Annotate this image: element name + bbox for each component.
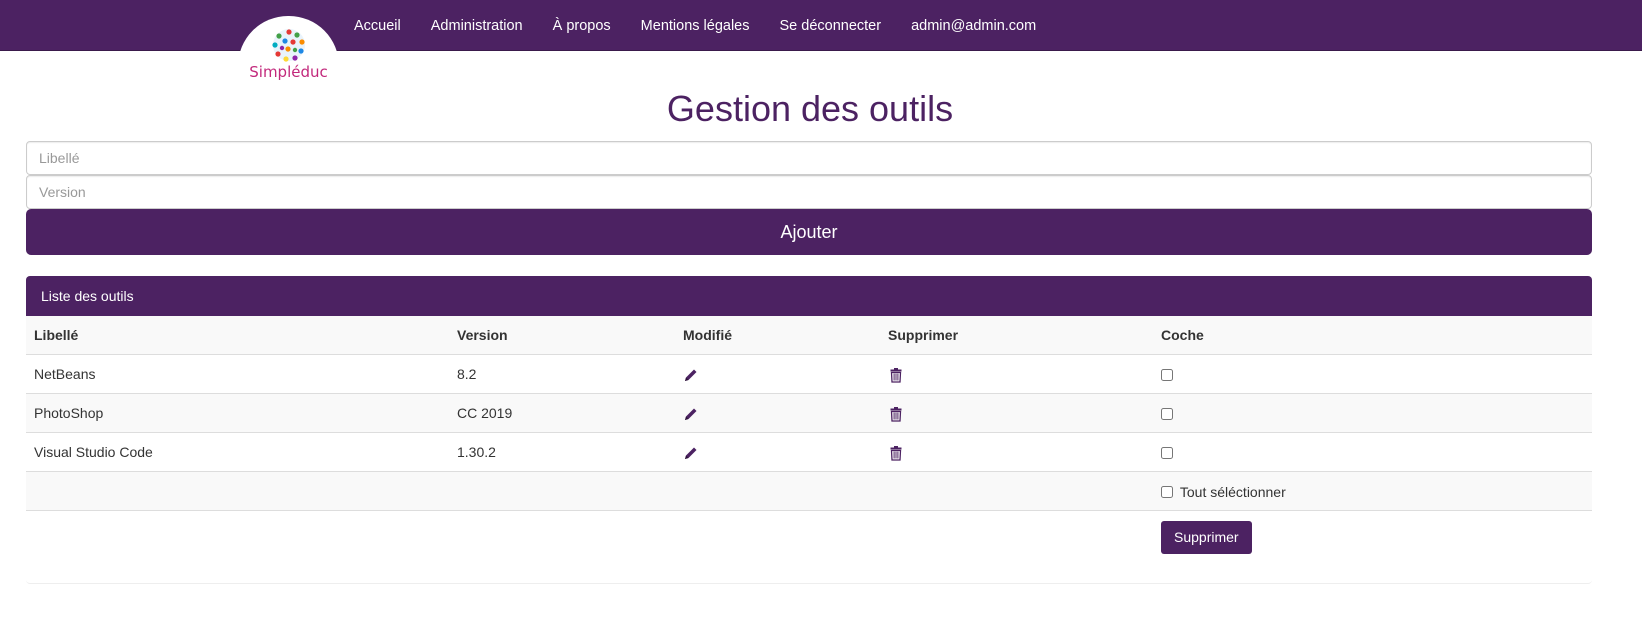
- table-header-row: Libellé Version Modifié Supprimer Coche: [26, 316, 1592, 355]
- column-header-version: Version: [449, 316, 675, 355]
- panel-heading: Liste des outils: [26, 276, 1592, 316]
- cell-delete-button: Supprimer: [1153, 510, 1592, 563]
- trash-icon[interactable]: [888, 406, 904, 422]
- cell-edit: [675, 354, 880, 394]
- trash-icon[interactable]: [888, 367, 904, 383]
- people-globe-icon: [272, 29, 305, 62]
- cell-libelle: NetBeans: [26, 354, 449, 394]
- cell-coche: [1153, 432, 1592, 472]
- cell-libelle: Visual Studio Code: [26, 432, 449, 472]
- table-row: Visual Studio Code 1.30.2: [26, 432, 1592, 472]
- page-title: Gestion des outils: [666, 88, 954, 129]
- column-header-coche: Coche: [1153, 316, 1592, 355]
- nav-item-a-propos[interactable]: À propos: [553, 18, 611, 34]
- nav-item-administration[interactable]: Administration: [431, 18, 523, 34]
- table-row: NetBeans 8.2: [26, 354, 1592, 394]
- cell-version: 1.30.2: [449, 432, 675, 472]
- libelle-input[interactable]: [26, 141, 1592, 175]
- top-navbar: Simpléduc Accueil Administration À propo…: [0, 0, 1642, 86]
- nav-item-user-email[interactable]: admin@admin.com: [911, 18, 1036, 34]
- nav-item-logout[interactable]: Se déconnecter: [780, 18, 882, 34]
- cell-delete: [880, 432, 1153, 472]
- tools-table: Libellé Version Modifié Supprimer Coche …: [26, 316, 1592, 563]
- table-row: PhotoShop CC 2019: [26, 393, 1592, 433]
- pencil-icon[interactable]: [683, 367, 699, 383]
- trash-icon[interactable]: [888, 445, 904, 461]
- row-checkbox[interactable]: [1161, 408, 1173, 421]
- select-all-label[interactable]: Tout séléctionner: [1180, 484, 1286, 500]
- cell-select-all: Tout séléctionner: [1153, 471, 1592, 511]
- cell-edit: [675, 393, 880, 433]
- nav-item-mentions-legales[interactable]: Mentions légales: [641, 18, 750, 34]
- select-all-checkbox[interactable]: [1161, 485, 1173, 498]
- cell-version: CC 2019: [449, 393, 675, 433]
- cell-edit: [675, 432, 880, 472]
- pencil-icon[interactable]: [683, 406, 699, 422]
- cell-libelle: PhotoShop: [26, 393, 449, 433]
- column-header-libelle: Libellé: [26, 316, 449, 355]
- delete-action-row: Supprimer: [26, 510, 1592, 563]
- tools-panel: Liste des outils Libellé Version Modifié…: [26, 276, 1592, 584]
- brand-name: Simpléduc: [249, 63, 328, 81]
- cell-version: 8.2: [449, 354, 675, 394]
- cell-delete: [880, 354, 1153, 394]
- cell-delete: [880, 393, 1153, 433]
- pencil-icon[interactable]: [683, 445, 699, 461]
- row-checkbox[interactable]: [1161, 447, 1173, 460]
- delete-selected-button[interactable]: Supprimer: [1161, 520, 1252, 554]
- cell-coche: [1153, 393, 1592, 433]
- column-header-supprimer: Supprimer: [880, 316, 1153, 355]
- select-all-row: Tout séléctionner: [26, 471, 1592, 511]
- main-nav: Accueil Administration À propos Mentions…: [354, 0, 1066, 51]
- add-tool-button[interactable]: Ajouter: [26, 209, 1592, 255]
- version-input[interactable]: [26, 175, 1592, 209]
- row-checkbox[interactable]: [1161, 369, 1173, 382]
- brand-logo[interactable]: Simpléduc: [238, 16, 339, 86]
- column-header-modifie: Modifié: [675, 316, 880, 355]
- nav-item-accueil[interactable]: Accueil: [354, 18, 401, 34]
- cell-coche: [1153, 354, 1592, 394]
